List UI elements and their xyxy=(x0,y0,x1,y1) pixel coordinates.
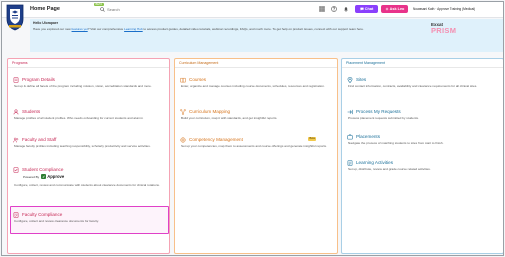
app-window: Home Page BETA Search Chat Ask Leo Nowas… xyxy=(1,1,504,256)
chat-button[interactable]: Chat xyxy=(355,5,378,13)
faculty-compliance-icon xyxy=(13,212,19,218)
mapping-icon xyxy=(180,109,186,115)
approve-brand-text: Approve xyxy=(47,174,65,179)
learning-activities-title[interactable]: Learning Activities xyxy=(356,160,393,165)
program-details-title[interactable]: Program Details xyxy=(22,77,55,82)
chat-label: Chat xyxy=(364,7,374,11)
courses-desc: Enter, organize and manage courses inclu… xyxy=(181,84,325,88)
list-icon xyxy=(13,77,19,83)
brand-main-text: PRISM xyxy=(431,26,457,35)
powered-by-label: Powered By xyxy=(23,174,40,179)
curriculum-mapping-title[interactable]: Curriculum Mapping xyxy=(189,109,230,114)
placement-panel: Placement Management Sites Find contact … xyxy=(341,58,503,254)
faculty-icon xyxy=(13,137,19,143)
program-details-desc: Set up & define all facets of the progra… xyxy=(14,84,152,88)
welcome-title: Hello Ulorapaer xyxy=(33,21,59,25)
faculty-compliance-title[interactable]: Faculty Compliance xyxy=(22,212,62,217)
process-requests-title[interactable]: Process My Requests xyxy=(356,109,401,114)
curriculum-panel: Curriculum Management Courses Enter, org… xyxy=(174,58,338,254)
competency-beta-badge: Beta xyxy=(308,137,317,141)
students-desc: Manage profiles of all student profiles.… xyxy=(14,116,144,120)
programs-panel: Programs Program Details Set up & define… xyxy=(7,58,170,254)
placements-title[interactable]: Placements xyxy=(356,134,380,139)
students-title[interactable]: Students xyxy=(22,109,40,114)
ask-leo-button[interactable]: Ask Leo xyxy=(381,5,408,13)
curriculum-mapping-desc: Build your curriculum, map it with stand… xyxy=(181,116,278,120)
help-icon[interactable] xyxy=(331,6,337,12)
sparkle-icon xyxy=(384,7,389,11)
courses-title[interactable]: Courses xyxy=(189,77,206,82)
competency-management-desc: Set up your competencies, map them to as… xyxy=(181,144,327,148)
faculty-staff-desc: Manage faculty profiles including teachi… xyxy=(14,144,151,148)
faculty-compliance-desc: Configure, collect and review clearance … xyxy=(14,219,99,223)
page-title: Home Page xyxy=(30,6,60,12)
sites-icon xyxy=(347,77,353,83)
search-icon xyxy=(100,7,105,12)
activities-icon xyxy=(347,160,353,166)
learning-hub-link[interactable]: Learning Hub xyxy=(124,27,143,31)
chat-icon xyxy=(360,7,364,11)
competency-icon xyxy=(180,137,186,143)
competency-management-title[interactable]: Competency Management xyxy=(189,137,243,142)
sites-title[interactable]: Sites xyxy=(356,77,366,82)
placement-header: Placement Management xyxy=(342,59,503,68)
search-bar[interactable] xyxy=(100,6,300,13)
welcome-banner: Hello Ulorapaer Have you explored our ne… xyxy=(30,19,503,52)
welcome-text: Have you explored our new features yet? … xyxy=(33,27,364,31)
programs-header: Programs xyxy=(8,59,169,68)
placements-icon xyxy=(347,134,353,140)
exxat-prism-logo: Exxat PRISM xyxy=(431,22,463,35)
search-input[interactable] xyxy=(107,7,287,12)
top-bar: Home Page BETA Search Chat Ask Leo Nowas… xyxy=(2,2,503,31)
approve-check-icon: ✓ xyxy=(41,174,47,179)
ask-leo-label: Ask Leo xyxy=(389,7,405,11)
placements-desc: Navigate the process of matching student… xyxy=(348,141,444,145)
student-compliance-desc: Configure, collect, review and communica… xyxy=(14,183,160,187)
features-link[interactable]: features yet xyxy=(72,27,88,31)
faculty-staff-title[interactable]: Faculty and Staff xyxy=(22,137,56,142)
apps-grid-icon[interactable] xyxy=(319,6,325,12)
approve-logo: ✓ Approve xyxy=(41,174,64,179)
sites-desc: Find contact information, contracts, ava… xyxy=(348,84,478,88)
courses-icon xyxy=(180,77,186,83)
process-requests-desc: Process placement requests submitted by … xyxy=(348,116,419,120)
requests-icon xyxy=(347,109,353,115)
student-icon xyxy=(13,109,19,115)
student-compliance-title[interactable]: Student Compliance xyxy=(22,167,63,172)
compliance-icon xyxy=(13,167,19,173)
curriculum-header: Curriculum Management xyxy=(175,59,337,68)
user-profile-menu[interactable]: Nowasani Kath · Approve Training (Medica… xyxy=(413,7,475,11)
powered-by-approve: Powered By ✓ Approve xyxy=(23,174,64,179)
notification-bell-icon[interactable] xyxy=(343,6,349,12)
school-shield-logo[interactable] xyxy=(5,3,25,31)
learning-activities-desc: Set up, distribute, review and grade cou… xyxy=(348,167,431,171)
